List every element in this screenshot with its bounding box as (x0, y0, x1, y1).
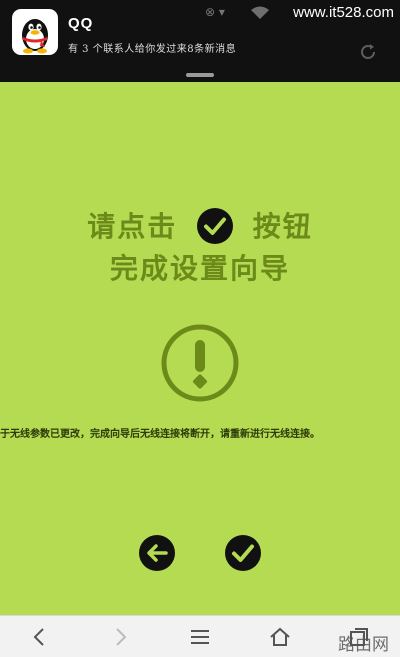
home-icon[interactable] (269, 626, 291, 648)
arrow-left-icon (147, 544, 168, 562)
watermark-site: www.it528.com (293, 4, 394, 21)
wizard-title-line1: 请点击 按钮 (0, 205, 400, 245)
qq-penguin-icon (12, 9, 58, 55)
confirm-button[interactable] (225, 535, 261, 571)
notification-app-name: QQ (68, 15, 94, 32)
check-icon (232, 544, 254, 562)
disconnect-notice: 由于无线参数已更改，完成向导后无线连接将断开，请重新进行无线连接。 (0, 429, 320, 440)
notification-drag-handle[interactable] (186, 73, 214, 77)
status-bar-icons: ⊗ ▾ (205, 5, 225, 19)
notification-message: 有 3 个联系人给你发过来8条新消息 (68, 44, 237, 55)
back-arrow-icon[interactable] (29, 626, 51, 648)
watermark-logo-text: 路由网 (338, 635, 389, 655)
title-text-before: 请点击 (87, 210, 178, 243)
refresh-icon[interactable] (358, 42, 378, 62)
forward-arrow-icon[interactable] (109, 626, 131, 648)
title-text-after: 按钮 (252, 210, 313, 243)
exclamation-icon (161, 324, 239, 402)
qq-notification[interactable]: ⊗ ▾ www.it528.com QQ 有 3 个联系人给你发过来8条新消息 … (0, 0, 400, 82)
menu-icon[interactable] (189, 626, 211, 648)
check-icon (197, 207, 233, 244)
wizard-title-line2: 完成设置向导 (109, 252, 290, 285)
back-button[interactable] (139, 535, 175, 571)
wifi-icon (251, 6, 269, 19)
